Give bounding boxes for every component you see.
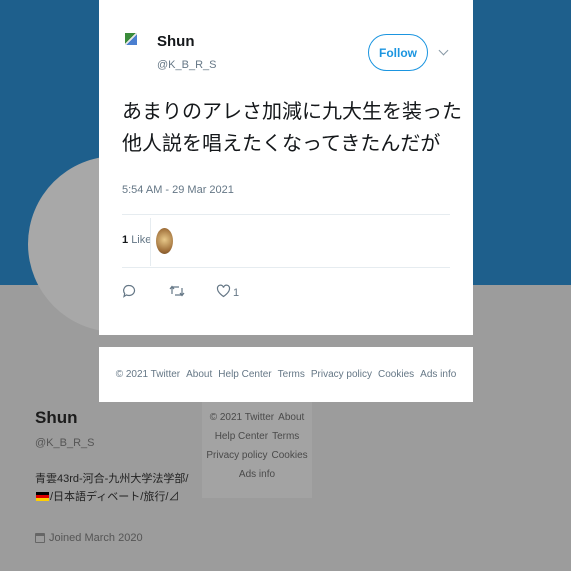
likes-summary[interactable]: 1 Like	[122, 234, 151, 246]
profile-footer-links: © 2021 Twitter About Help Center Terms Pri…	[202, 400, 312, 498]
footer-privacy-policy[interactable]: Privacy policy	[311, 369, 372, 380]
profile-footer-privacy[interactable]: Privacy policy	[206, 450, 267, 461]
profile-footer-about[interactable]: About	[278, 412, 304, 423]
divider	[122, 267, 450, 268]
likes-label: Like	[131, 234, 152, 246]
footer-ads-info[interactable]: Ads info	[420, 369, 456, 380]
likes-count: 1	[122, 234, 129, 246]
profile-name: Shun	[35, 408, 78, 427]
footer-copyright: © 2021 Twitter	[115, 369, 181, 380]
liker-avatar[interactable]	[156, 228, 173, 254]
reply-icon[interactable]	[122, 284, 136, 298]
germany-flag-icon	[36, 492, 49, 501]
divider	[122, 214, 450, 215]
profile-bio: 青雲43rd-河合-九州大学法学部/ /日本語ディベート/旅行/⊿	[35, 470, 190, 506]
tweet-timestamp[interactable]: 5:54 AM - 29 Mar 2021	[122, 184, 234, 196]
profile-footer-ads[interactable]: Ads info	[239, 469, 275, 480]
author-avatar[interactable]	[122, 28, 150, 80]
calendar-icon	[35, 533, 45, 543]
follow-button[interactable]: Follow	[368, 34, 428, 71]
footer-terms[interactable]: Terms	[278, 369, 305, 380]
author-handle[interactable]: @K_B_R_S	[157, 59, 216, 71]
embed-footer: © 2021 Twitter About Help Center Terms P…	[99, 347, 473, 402]
tweet-text: あまりのアレさ加減に九大生を装った他人説を唱えたくなってきたんだが	[122, 101, 462, 155]
heart-icon[interactable]	[216, 284, 231, 298]
profile-joined-text: Joined March 2020	[49, 532, 143, 544]
profile-bio-text-2: /日本語ディベート/旅行/⊿	[50, 491, 180, 503]
profile-joined: Joined March 2020	[35, 532, 143, 544]
profile-footer-cookies[interactable]: Cookies	[272, 450, 308, 461]
profile-footer-terms[interactable]: Terms	[272, 431, 299, 442]
profile-footer-copyright: © 2021 Twitter	[209, 412, 275, 423]
profile-footer-help[interactable]: Help Center	[215, 431, 268, 442]
like-action-count: 1	[233, 287, 240, 299]
author-name[interactable]: Shun	[157, 33, 195, 50]
footer-help-center[interactable]: Help Center	[218, 369, 271, 380]
broken-image-icon	[125, 33, 137, 45]
footer-cookies[interactable]: Cookies	[378, 369, 414, 380]
likes-divider	[150, 218, 151, 266]
profile-bio-text-1: 青雲43rd-河合-九州大学法学部/	[35, 473, 189, 485]
retweet-icon[interactable]	[169, 284, 185, 298]
footer-about[interactable]: About	[186, 369, 212, 380]
profile-handle: @K_B_R_S	[35, 437, 95, 449]
